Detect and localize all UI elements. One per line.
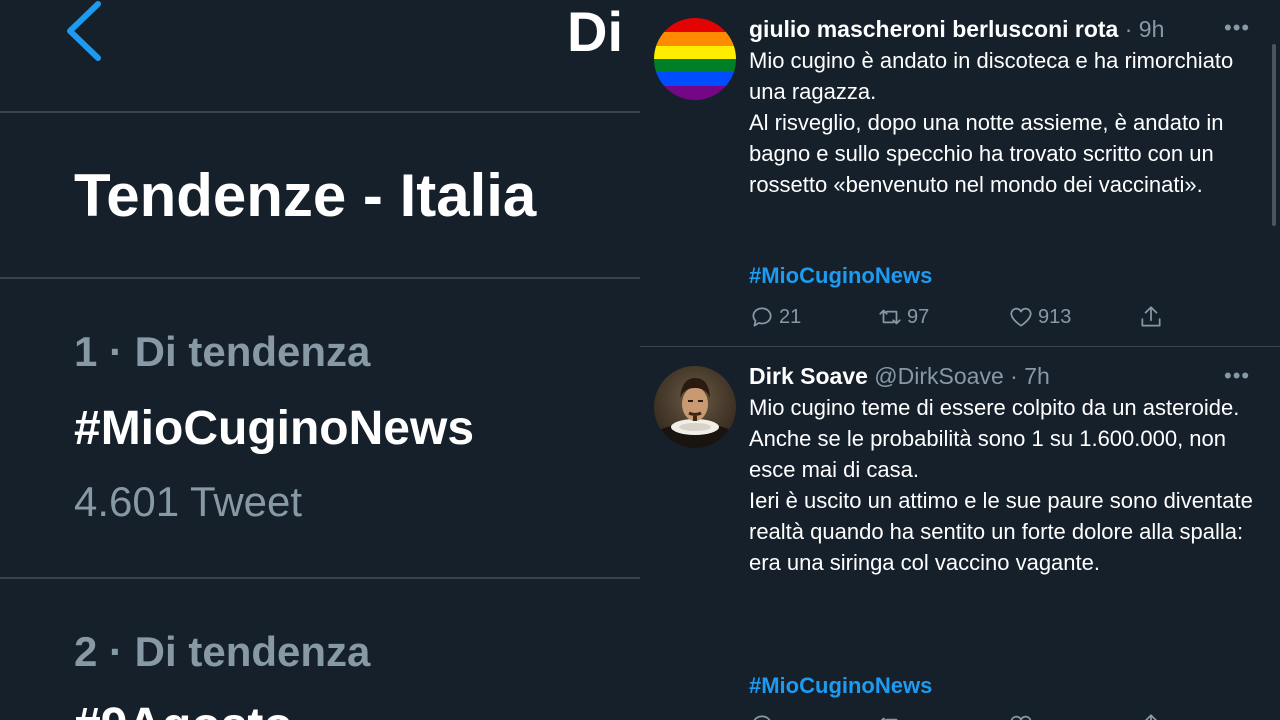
trend-divider [0,577,640,579]
trend-meta: 1 · Di tendenza [74,328,371,375]
trend-hashtag: #MioCuginoNews [74,402,475,455]
portrait-avatar [654,366,736,448]
retweet-button[interactable]: 97 [877,302,929,332]
reply-button[interactable] [749,710,779,720]
tweet-text: Mio cugino è andato in discoteca e ha ri… [749,45,1259,200]
more-icon[interactable]: ••• [1224,363,1250,389]
tweet-text: Mio cugino teme di essere colpito da un … [749,392,1259,578]
tweet-paragraph: Mio cugino teme di essere colpito da un … [749,395,1240,420]
heart-icon [1010,307,1032,327]
tweet-time: · 9h [1124,16,1165,42]
tweet-paragraph: Al risveglio, dopo una notte assieme, è … [749,110,1224,197]
tweet-divider [640,346,1280,347]
tweet-hashtag[interactable]: #MioCuginoNews [749,671,932,701]
tweet-feed: giulio mascheroni berlusconi rota · 9h •… [640,0,1280,720]
trend-count: 4.601 Tweet [74,478,303,525]
tweet-paragraph: Anche se le probabilità sono 1 su 1.600.… [749,426,1227,482]
like-count: 913 [1038,305,1072,328]
like-button[interactable] [1008,710,1038,720]
retweet-count: 97 [907,305,930,328]
tweet-paragraph: Mio cugino è andato in discoteca e ha ri… [749,48,1234,104]
header-title: Di [567,0,623,63]
author-handle[interactable]: @DirkSoave [874,363,1003,389]
author-name[interactable]: Dirk Soave [749,363,868,389]
retweet-icon [879,309,901,325]
tweet-time: · 7h [1010,363,1050,389]
reply-count: 21 [779,305,802,328]
tweet-header: Dirk Soave @DirkSoave · 7h [749,361,1050,391]
avatar[interactable] [654,366,736,448]
reply-icon [753,715,771,720]
avatar[interactable] [654,18,736,100]
tweet-header: giulio mascheroni berlusconi rota · 9h [749,14,1164,44]
more-icon[interactable]: ••• [1224,15,1250,41]
retweet-button[interactable] [877,710,907,720]
back-button[interactable] [62,0,112,64]
retweet-icon [880,717,898,720]
section-divider [0,277,640,279]
rainbow-flag-avatar [654,18,736,100]
tweet-paragraph: Ieri è uscito un attimo e le sue paure s… [749,488,1253,575]
reply-icon [752,307,772,327]
share-icon [1141,306,1161,327]
reply-button[interactable]: 21 [749,302,801,332]
trend-hashtag: #9Agosto [74,698,293,720]
tweet-hashtag[interactable]: #MioCuginoNews [749,261,932,291]
scrollbar[interactable] [1272,44,1276,226]
like-button[interactable]: 913 [1008,302,1071,332]
header-divider [0,111,640,113]
share-button[interactable] [1138,710,1168,720]
author-name[interactable]: giulio mascheroni berlusconi rota [749,16,1118,42]
share-icon [1145,714,1157,720]
trend-meta: 2 · Di tendenza [74,628,371,675]
share-button[interactable] [1138,302,1168,332]
trends-panel: Di Tendenze - Italia 1 · Di tendenza #Mi… [0,0,640,720]
chevron-left-icon [67,1,101,61]
heart-icon [1010,715,1032,720]
section-title: Tendenze - Italia [74,162,537,229]
